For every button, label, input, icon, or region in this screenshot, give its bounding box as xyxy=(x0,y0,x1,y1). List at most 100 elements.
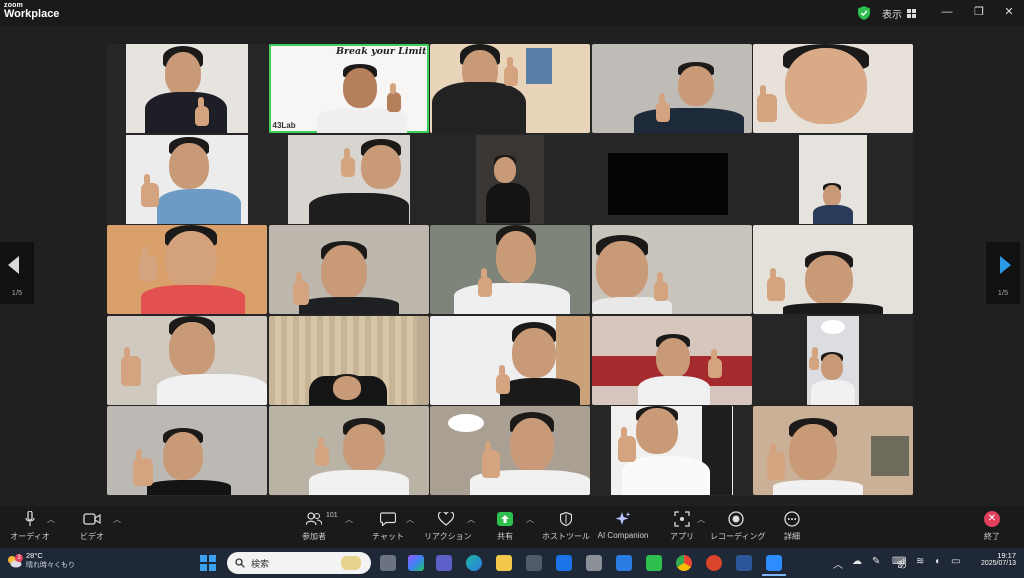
search-highlight-icon xyxy=(341,556,361,570)
edge-icon[interactable] xyxy=(466,555,482,571)
video-tile[interactable] xyxy=(591,225,752,314)
close-icon[interactable]: ✕ xyxy=(1000,4,1018,20)
audio-options-caret-icon[interactable]: ︿ xyxy=(47,514,55,525)
video-tile[interactable] xyxy=(430,44,590,133)
share-caret-icon[interactable]: ︿ xyxy=(526,514,534,525)
video-tile[interactable] xyxy=(591,44,752,133)
video-tile[interactable] xyxy=(430,406,590,495)
more-button[interactable]: 詳細 xyxy=(776,510,808,542)
apps-caret-icon[interactable]: ︿ xyxy=(697,514,705,525)
tray-overflow-icon[interactable]: ︿ xyxy=(833,556,843,571)
chevron-left-icon xyxy=(8,256,19,274)
view-button[interactable]: 表示 xyxy=(882,6,916,21)
outlook-icon[interactable] xyxy=(556,555,572,571)
search-icon xyxy=(235,558,245,568)
meeting-stage: 1/5 1/5 Break your Limit 43Lab xyxy=(0,26,1024,506)
video-tile[interactable] xyxy=(430,134,590,224)
previous-page-button[interactable]: 1/5 xyxy=(0,242,34,304)
minimize-icon[interactable]: — xyxy=(938,4,956,20)
chat-icon xyxy=(370,510,406,528)
grid-icon xyxy=(907,9,916,18)
encryption-shield-icon[interactable] xyxy=(858,6,870,20)
file-explorer-icon[interactable] xyxy=(496,555,512,571)
reactions-caret-icon[interactable]: ︿ xyxy=(467,514,475,525)
share-label: 共有 xyxy=(497,532,513,541)
zoom-taskbar-icon[interactable] xyxy=(766,555,782,571)
teams-icon[interactable] xyxy=(436,555,452,571)
video-button[interactable]: ビデオ xyxy=(72,510,112,542)
ai-companion-label: AI Companion xyxy=(597,531,649,540)
weather-icon: 3 xyxy=(6,553,23,568)
battery-icon[interactable]: ▭ xyxy=(951,556,960,567)
video-tile[interactable] xyxy=(268,315,429,405)
video-tile[interactable] xyxy=(107,134,267,224)
video-tile[interactable] xyxy=(591,406,752,495)
task-view-icon[interactable] xyxy=(380,555,396,571)
windows-start-icon[interactable] xyxy=(200,555,216,571)
line-icon[interactable] xyxy=(646,555,662,571)
video-tile[interactable] xyxy=(753,134,913,224)
share-button[interactable]: 共有 xyxy=(490,510,520,542)
video-tile[interactable] xyxy=(430,315,590,405)
apps-button[interactable]: アプリ xyxy=(664,510,700,542)
end-meeting-button[interactable]: ✕ 終了 xyxy=(978,510,1006,542)
weather-widget[interactable]: 3 28°C 晴れ時々くもり xyxy=(6,551,75,570)
video-tile[interactable] xyxy=(107,315,267,405)
video-tile[interactable] xyxy=(591,315,752,405)
video-tile[interactable] xyxy=(107,44,267,133)
record-button[interactable]: レコーディング xyxy=(710,510,765,542)
wall-poster xyxy=(526,48,552,84)
video-tile[interactable] xyxy=(753,406,913,495)
chrome-icon[interactable] xyxy=(676,555,692,571)
host-tools-label: ホストツール xyxy=(542,532,590,541)
audio-button[interactable]: オーディオ xyxy=(8,510,52,542)
mail-icon[interactable] xyxy=(616,555,632,571)
clock[interactable]: 19:17 2025/07/13 xyxy=(970,551,1016,567)
video-tile-active-speaker[interactable]: Break your Limit 43Lab xyxy=(268,44,429,133)
video-tile[interactable] xyxy=(107,225,267,314)
participants-count: 101 xyxy=(326,512,338,519)
apps-icon xyxy=(664,510,700,528)
participants-label: 参加者 xyxy=(302,532,326,541)
meeting-toolbar: オーディオ ︿ ビデオ ︿ 参加者 101 ︿ チャット ︿ リアクション ︿ … xyxy=(0,506,1024,548)
chat-button[interactable]: チャット xyxy=(370,510,406,542)
app-icon[interactable] xyxy=(586,555,602,571)
participants-caret-icon[interactable]: ︿ xyxy=(345,514,353,525)
video-options-caret-icon[interactable]: ︿ xyxy=(113,514,121,525)
video-tile[interactable] xyxy=(753,225,913,314)
video-tile[interactable] xyxy=(107,406,267,495)
ai-companion-button[interactable]: AI Companion xyxy=(594,510,652,540)
chat-label: チャット xyxy=(372,532,404,541)
host-tools-button[interactable]: ホストツール xyxy=(542,510,590,542)
store-icon[interactable] xyxy=(526,555,542,571)
video-tile[interactable] xyxy=(268,406,429,495)
video-tile-camera-off[interactable] xyxy=(591,134,752,224)
copilot-icon[interactable] xyxy=(408,555,424,571)
pen-icon[interactable]: ✎ xyxy=(872,556,880,567)
heart-icon xyxy=(424,510,468,528)
windows-taskbar: 3 28°C 晴れ時々くもり 検索 ︿ ☁ ✎ ⌨ あ ≋ ◖ ▭ 19:17 … xyxy=(0,548,1024,578)
chat-caret-icon[interactable]: ︿ xyxy=(406,514,414,525)
video-tile[interactable] xyxy=(753,44,913,133)
onedrive-icon[interactable]: ☁ xyxy=(852,556,862,567)
wifi-icon[interactable]: ≋ xyxy=(916,556,924,567)
end-label: 終了 xyxy=(984,532,1000,541)
restore-icon[interactable]: ❐ xyxy=(970,4,988,20)
reactions-label: リアクション xyxy=(424,532,472,541)
powerpoint-icon[interactable] xyxy=(706,555,722,571)
word-icon[interactable] xyxy=(736,555,752,571)
ime-indicator[interactable]: あ xyxy=(897,556,907,571)
volume-icon[interactable]: ◖ xyxy=(934,556,940,567)
video-tile[interactable] xyxy=(753,315,913,405)
video-label: ビデオ xyxy=(80,532,104,541)
taskbar-search[interactable]: 検索 xyxy=(227,552,371,574)
video-tile[interactable] xyxy=(430,225,590,314)
video-tile[interactable] xyxy=(268,134,429,224)
reactions-button[interactable]: リアクション xyxy=(424,510,472,542)
background-banner: Break your Limit xyxy=(335,46,427,57)
next-page-button[interactable]: 1/5 xyxy=(986,242,1020,304)
page-indicator-right: 1/5 xyxy=(997,288,1009,297)
video-tile[interactable] xyxy=(268,225,429,314)
video-camera-icon xyxy=(72,510,112,528)
blank-video xyxy=(607,152,728,215)
